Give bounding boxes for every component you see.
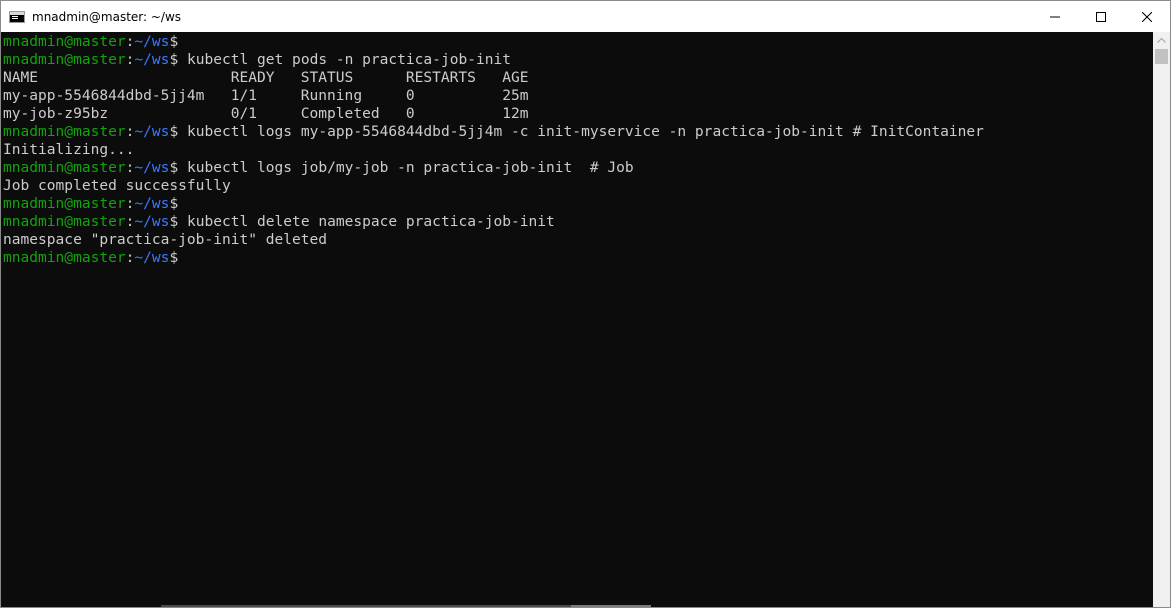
console-icon[interactable] xyxy=(9,10,25,23)
prompt-symbol: $ xyxy=(169,33,179,50)
minimize-icon xyxy=(1050,16,1060,17)
prompt-user-host: mnadmin@master xyxy=(3,123,126,140)
prompt-path: ~/ws xyxy=(134,213,170,230)
prompt-path: ~/ws xyxy=(134,195,170,212)
prompt-line: mnadmin@master:~/ws$ kubectl get pods -n… xyxy=(3,51,1155,69)
command-text: kubectl delete namespace practica-job-in… xyxy=(178,213,555,230)
command-text: kubectl get pods -n practica-job-init xyxy=(178,51,512,68)
prompt-line: mnadmin@master:~/ws$ xyxy=(3,195,1155,213)
prompt-line: mnadmin@master:~/ws$ kubectl logs job/my… xyxy=(3,159,1155,177)
prompt-line: mnadmin@master:~/ws$ xyxy=(3,249,1155,267)
terminal-window: mnadmin@master: ~/ws mnadmin@master:~/ws… xyxy=(0,0,1171,608)
command-text: kubectl logs my-app-5546844dbd-5jj4m -c … xyxy=(178,123,984,140)
console-lines: mnadmin@master:~/ws$ mnadmin@master:~/ws$… xyxy=(1,32,1155,267)
prompt-path: ~/ws xyxy=(134,33,170,50)
output-line: namespace "practica-job-init" deleted xyxy=(3,231,328,248)
prompt-user-host: mnadmin@master xyxy=(3,159,126,176)
prompt-symbol: $ xyxy=(169,159,179,176)
output-line: NAME READY STATUS RESTARTS AGE xyxy=(3,69,529,86)
horizontal-scroll-thumb[interactable] xyxy=(571,605,651,607)
console-output[interactable]: mnadmin@master:~/ws$ mnadmin@master:~/ws$… xyxy=(1,32,1155,607)
maximize-icon xyxy=(1096,11,1106,22)
prompt-line: mnadmin@master:~/ws$ kubectl delete name… xyxy=(3,213,1155,231)
prompt-path: ~/ws xyxy=(134,51,170,68)
maximize-button[interactable] xyxy=(1078,1,1124,32)
command-text: kubectl logs job/my-job -n practica-job-… xyxy=(178,159,634,176)
prompt-user-host: mnadmin@master xyxy=(3,213,126,230)
minimize-button[interactable] xyxy=(1032,1,1078,32)
close-icon xyxy=(1142,11,1152,22)
window-title: mnadmin@master: ~/ws xyxy=(32,9,182,24)
prompt-symbol: $ xyxy=(169,51,179,68)
output-line: Job completed successfully xyxy=(3,177,231,194)
output-line: my-app-5546844dbd-5jj4m 1/1 Running 0 25… xyxy=(3,87,529,104)
vertical-scrollbar[interactable] xyxy=(1153,32,1170,607)
scroll-thumb[interactable] xyxy=(1155,49,1168,64)
horizontal-scroll-track[interactable] xyxy=(161,605,571,607)
prompt-line: mnadmin@master:~/ws$ kubectl logs my-app… xyxy=(3,123,1155,141)
prompt-user-host: mnadmin@master xyxy=(3,195,126,212)
prompt-path: ~/ws xyxy=(134,249,170,266)
prompt-line: mnadmin@master:~/ws$ xyxy=(3,33,1155,51)
title-bar[interactable]: mnadmin@master: ~/ws xyxy=(1,1,1170,32)
prompt-user-host: mnadmin@master xyxy=(3,51,126,68)
prompt-path: ~/ws xyxy=(134,159,170,176)
scroll-up-button[interactable] xyxy=(1153,32,1170,49)
prompt-symbol: $ xyxy=(169,123,179,140)
output-line: my-job-z95bz 0/1 Completed 0 12m xyxy=(3,105,529,122)
prompt-symbol: $ xyxy=(169,195,179,212)
prompt-symbol: $ xyxy=(169,249,179,266)
prompt-path: ~/ws xyxy=(134,123,170,140)
output-line: Initializing... xyxy=(3,141,135,158)
close-button[interactable] xyxy=(1124,1,1170,32)
prompt-user-host: mnadmin@master xyxy=(3,249,126,266)
chevron-up-icon xyxy=(1157,37,1166,43)
prompt-symbol: $ xyxy=(169,213,179,230)
prompt-user-host: mnadmin@master xyxy=(3,33,126,50)
